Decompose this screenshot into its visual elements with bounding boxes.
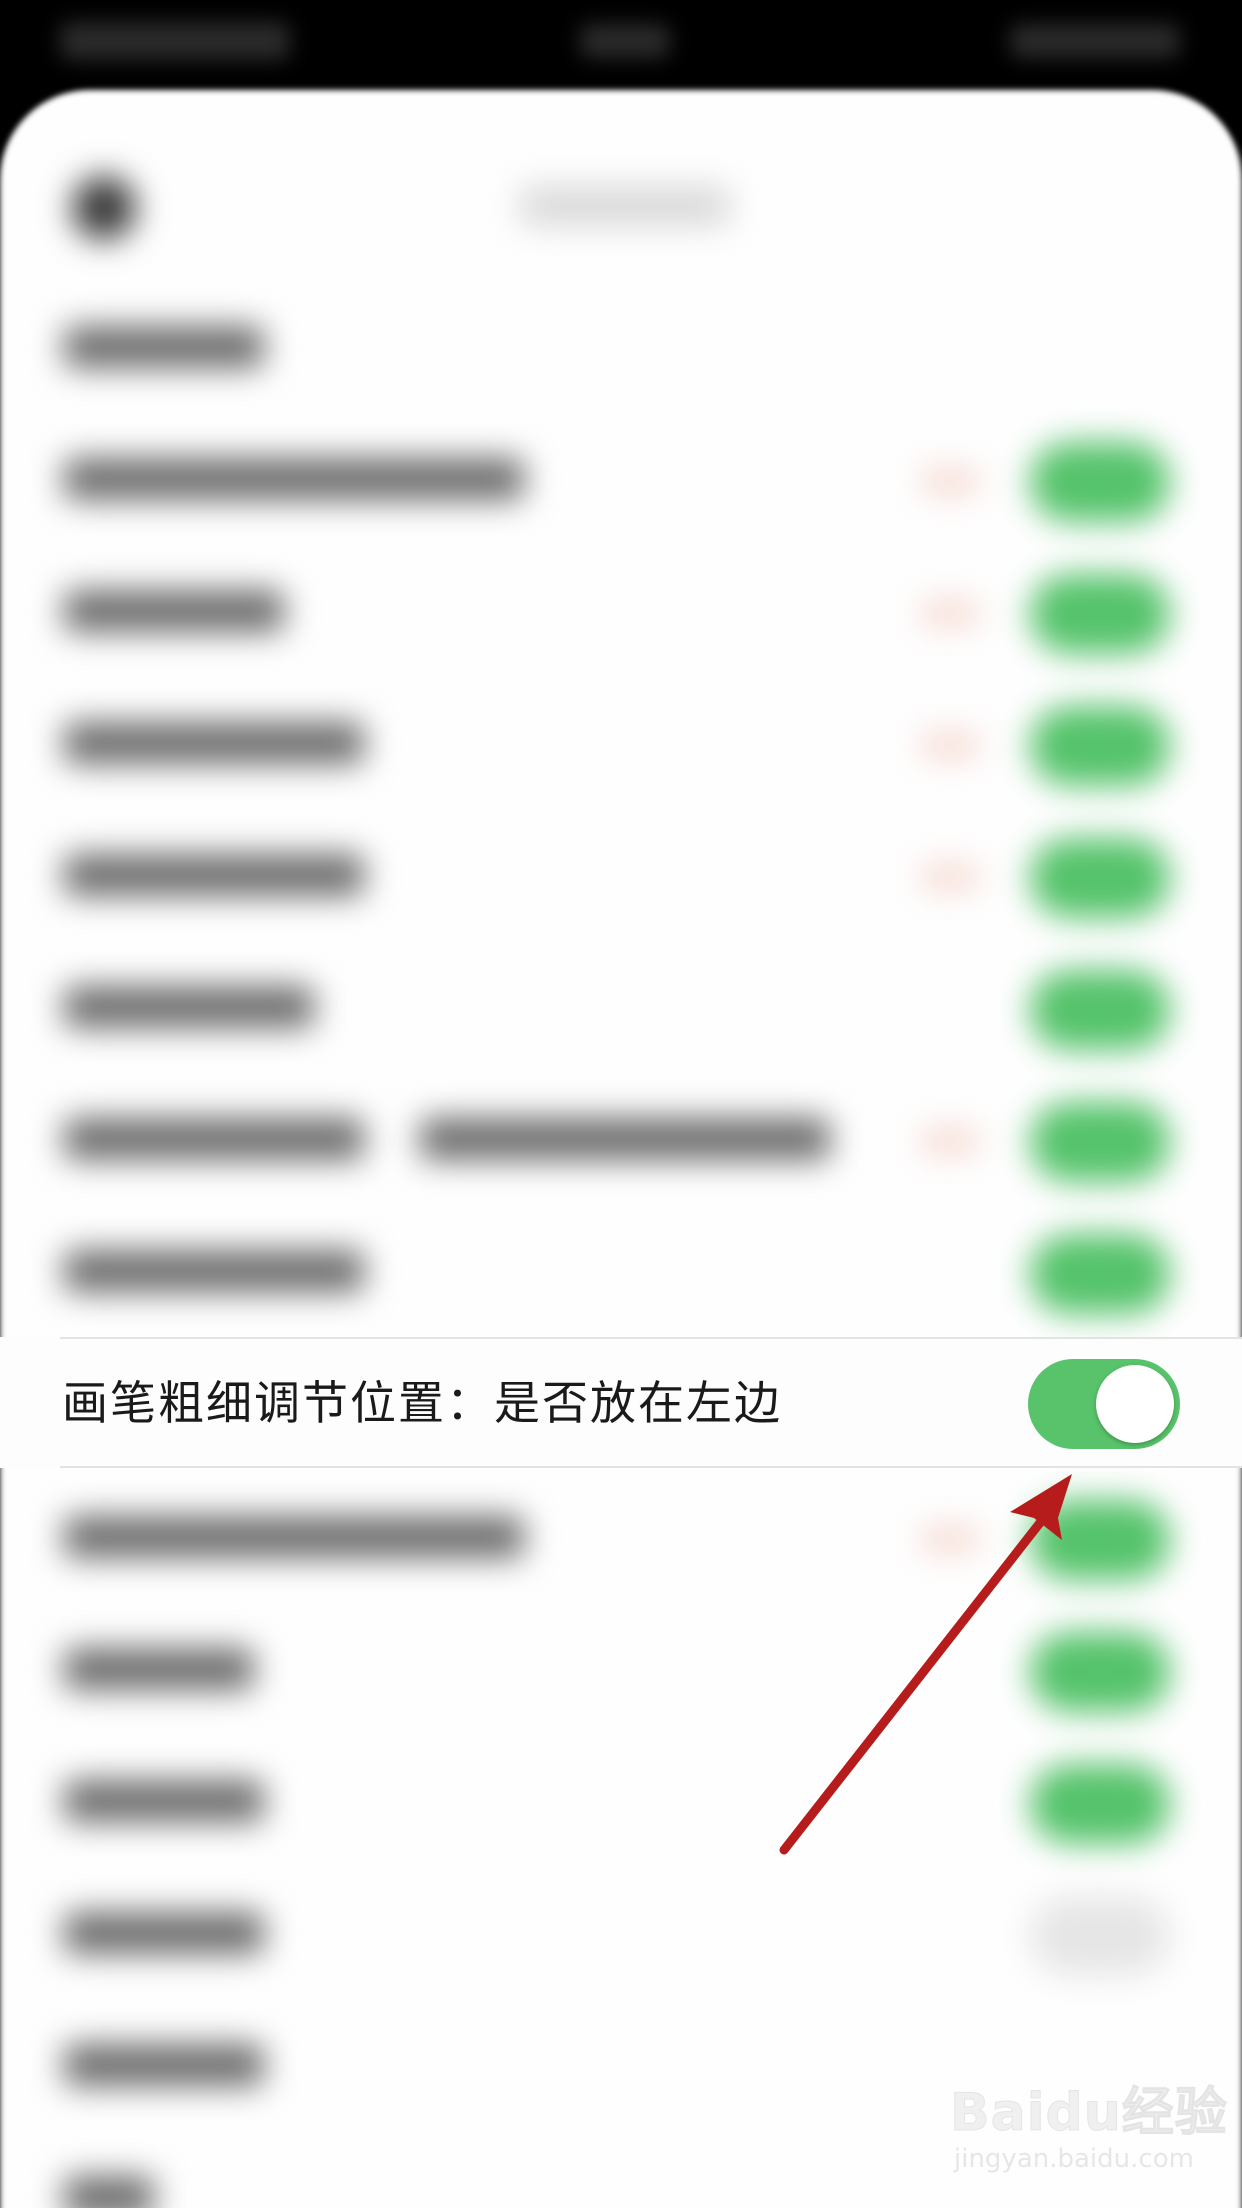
settings-row-blurred[interactable] [0, 1866, 1242, 1998]
settings-row-blurred[interactable] [0, 1204, 1242, 1336]
new-badge [920, 468, 980, 494]
settings-row-label [64, 854, 364, 896]
settings-row-label [64, 1648, 254, 1690]
brush-position-label: 画笔粗细调节位置：是否放在左边 [62, 1376, 782, 1430]
back-icon[interactable] [72, 176, 136, 240]
brush-position-toggle[interactable] [1028, 1359, 1180, 1449]
toggle-switch[interactable] [1030, 706, 1170, 786]
settings-row-label [64, 722, 364, 764]
settings-row-label [64, 2044, 264, 2086]
toggle-switch[interactable] [1030, 1500, 1170, 1580]
toggle-switch[interactable] [1030, 1896, 1170, 1976]
row-divider [60, 1466, 1242, 1468]
settings-row-blurred[interactable] [0, 1470, 1242, 1602]
new-badge [920, 600, 980, 626]
toggle-switch[interactable] [1030, 574, 1170, 654]
settings-row-label [64, 326, 264, 368]
settings-row-label [64, 590, 284, 632]
toggle-switch[interactable] [1030, 1102, 1170, 1182]
new-badge [920, 732, 980, 758]
toggle-switch[interactable] [1030, 838, 1170, 918]
settings-row-label [64, 1516, 524, 1558]
toggle-switch[interactable] [1030, 970, 1170, 1050]
baidu-jingyan-watermark: Baidu经验 jingyan.baidu.com [950, 2070, 1228, 2190]
new-badge [920, 864, 980, 890]
toggle-switch[interactable] [1030, 1632, 1170, 1712]
toggle-switch[interactable] [1030, 1234, 1170, 1314]
settings-row-label [64, 1250, 364, 1292]
settings-row-blurred[interactable] [0, 676, 1242, 808]
new-badge [920, 1526, 980, 1552]
settings-row-blurred[interactable] [0, 1072, 1242, 1204]
settings-row-label [64, 2176, 154, 2208]
watermark-url: jingyan.baidu.com [954, 2144, 1194, 2174]
page-title [520, 186, 730, 226]
settings-row-blurred[interactable] [0, 1734, 1242, 1866]
toggle-switch[interactable] [1030, 1764, 1170, 1844]
settings-row-label [64, 1118, 364, 1160]
phone-screen: 画笔粗细调节位置：是否放在左边 Baidu经验 jingyan.baidu.co… [0, 0, 1242, 2208]
watermark-logo: Baidu经验 [950, 2083, 1228, 2144]
toggle-knob [1096, 1365, 1174, 1443]
settings-row-blurred[interactable] [0, 1602, 1242, 1734]
blurred-settings-list [0, 0, 1242, 2208]
settings-row-label [64, 458, 524, 500]
settings-row-label [64, 1780, 264, 1822]
settings-row-blurred [0, 280, 1242, 412]
new-badge [920, 1128, 980, 1154]
settings-row-label [64, 1912, 264, 1954]
settings-row-blurred[interactable] [0, 940, 1242, 1072]
row-divider [60, 1337, 1242, 1339]
settings-row-label [420, 1118, 830, 1160]
settings-row-blurred[interactable] [0, 808, 1242, 940]
toggle-switch[interactable] [1030, 442, 1170, 522]
settings-row-label [64, 986, 314, 1028]
settings-row-blurred[interactable] [0, 544, 1242, 676]
settings-row-blurred[interactable] [0, 412, 1242, 544]
brush-position-setting-row[interactable]: 画笔粗细调节位置：是否放在左边 [0, 1337, 1242, 1468]
